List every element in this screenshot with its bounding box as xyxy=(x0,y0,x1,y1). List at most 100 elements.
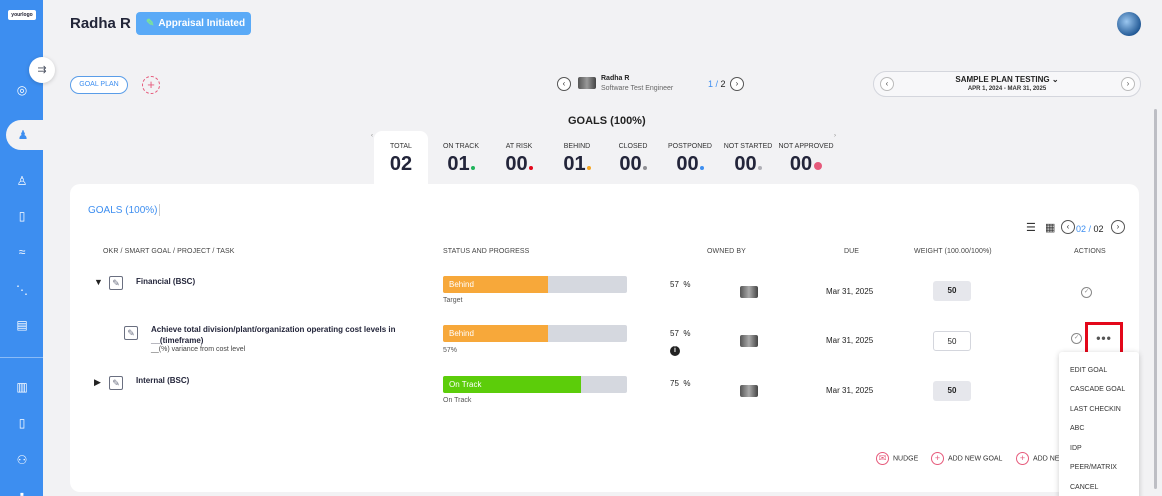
list-view-icon[interactable]: ☰ xyxy=(1026,221,1036,234)
check-icon[interactable]: ✓ xyxy=(1081,287,1092,298)
due-date: Mar 31, 2025 xyxy=(826,287,874,296)
handshake-icon[interactable]: ≈ xyxy=(14,244,30,260)
book-icon[interactable]: ▯ xyxy=(14,208,30,224)
stat-value: 02 xyxy=(389,153,413,175)
plan-dates: APR 1, 2024 - MAR 31, 2025 xyxy=(967,86,1047,92)
scroll-right-icon[interactable]: › xyxy=(834,133,836,139)
pager-total: 2 xyxy=(720,79,726,89)
due-date: Mar 31, 2025 xyxy=(826,386,874,395)
progress-percent: 57 % xyxy=(670,329,690,338)
add-goal-label: ADD NEW GOAL xyxy=(948,455,1003,463)
stat-behind[interactable]: BEHIND 01 xyxy=(552,143,602,176)
owner-avatar[interactable] xyxy=(740,286,758,298)
user-icon[interactable]: ♙ xyxy=(14,173,30,189)
owner-avatar[interactable] xyxy=(740,335,758,347)
document-icon[interactable]: ▤ xyxy=(14,317,30,333)
plan-selector[interactable]: ‹ SAMPLE PLAN TESTING ⌄ APR 1, 2024 - MA… xyxy=(873,71,1141,97)
stat-value: 00 xyxy=(619,153,642,175)
stat-value-wrap: 01 xyxy=(436,153,486,176)
progress-note: 57% xyxy=(443,347,458,354)
info-icon[interactable]: i xyxy=(670,346,680,356)
next-plan-icon[interactable]: › xyxy=(1121,77,1135,91)
employee-pager: 1 / 2 xyxy=(708,79,726,89)
status-label: On Track xyxy=(449,380,482,389)
goal-icon: ✎ xyxy=(124,326,138,340)
scrollbar[interactable] xyxy=(1154,109,1157,489)
plan-title-text: SAMPLE PLAN TESTING xyxy=(955,75,1050,84)
percent-value: 75 xyxy=(670,379,679,388)
stat-value: 01 xyxy=(447,153,470,175)
avatar[interactable] xyxy=(1117,12,1141,36)
menu-item-peer-matrix[interactable]: PEER/MATRIX xyxy=(1070,464,1117,471)
stat-label: NOT APPROVED xyxy=(778,143,834,150)
menu-item-abc[interactable]: ABC xyxy=(1070,425,1084,432)
grid-view-icon[interactable]: ▦ xyxy=(1045,221,1055,234)
employee-role: Software Test Engineer xyxy=(601,85,674,92)
status-icon: ✎ xyxy=(146,18,155,29)
progress-bar: Behind xyxy=(443,276,627,293)
stat-value: 00 xyxy=(734,153,757,175)
stat-value: 00 xyxy=(505,153,528,175)
stat-not-started[interactable]: NOT STARTED 00 xyxy=(722,143,774,176)
owner-avatar[interactable] xyxy=(740,385,758,397)
status-badge[interactable]: ✎ Appraisal Initiated xyxy=(136,12,251,35)
menu-item-idp[interactable]: IDP xyxy=(1070,445,1082,452)
stat-on-track[interactable]: ON TRACK 01 xyxy=(436,143,486,176)
menu-item-cancel[interactable]: CANCEL xyxy=(1070,484,1098,491)
stat-value-wrap: 00 xyxy=(664,153,716,176)
status-dot xyxy=(757,166,762,170)
scroll-left-icon[interactable]: ‹ xyxy=(371,133,373,139)
menu-item-edit-goal[interactable]: EDIT GOAL xyxy=(1070,367,1107,374)
add-new-other-button[interactable]: + ADD NE xyxy=(1016,452,1059,465)
stat-not-approved[interactable]: NOT APPROVED 00 xyxy=(778,143,834,176)
progress-bar: On Track xyxy=(443,376,627,393)
progress-percent: 57 % xyxy=(670,280,690,289)
stat-value: 00 xyxy=(789,153,813,175)
stat-at-risk[interactable]: AT RISK 00 xyxy=(494,143,544,176)
stat-closed[interactable]: CLOSED 00 xyxy=(608,143,658,176)
prev-page-icon[interactable]: ‹ xyxy=(1061,220,1075,234)
collapse-row-icon[interactable]: ▼ xyxy=(94,277,103,287)
progress-fill: Behind xyxy=(443,325,548,342)
target-icon[interactable]: ◎ xyxy=(14,82,30,98)
employee-name: Radha R xyxy=(601,75,630,82)
next-page-icon[interactable]: › xyxy=(1111,220,1125,234)
column-status: STATUS AND PROGRESS xyxy=(443,248,530,255)
plus-icon: + xyxy=(931,452,944,465)
sidebar-item-team[interactable]: ♟ xyxy=(6,120,50,150)
group-icon[interactable]: ⚇ xyxy=(14,452,30,468)
goal-icon: ✎ xyxy=(109,376,123,390)
goal-title[interactable]: Internal (BSC) xyxy=(136,376,189,385)
stat-value-wrap: 00 xyxy=(608,153,658,176)
chevron-down-icon[interactable]: ⌄ xyxy=(1052,75,1059,84)
percent-unit: % xyxy=(683,379,691,388)
add-other-label: ADD NE xyxy=(1033,455,1060,463)
check-icon[interactable]: ✓ xyxy=(1071,333,1082,344)
nudge-label: NUDGE xyxy=(893,455,919,463)
stat-postponed[interactable]: POSTPONED 00 xyxy=(664,143,716,176)
column-goal: OKR / SMART GOAL / PROJECT / TASK xyxy=(103,248,235,255)
nudge-button[interactable]: ✉ NUDGE xyxy=(876,452,918,465)
more-icon[interactable]: ▪ xyxy=(14,486,30,496)
report-icon[interactable]: ▥ xyxy=(14,379,30,395)
add-new-goal-button[interactable]: + ADD NEW GOAL xyxy=(931,452,1002,465)
prev-employee-icon[interactable]: ‹ xyxy=(557,77,571,91)
add-plan-icon[interactable]: + xyxy=(142,76,160,94)
library-icon[interactable]: ▯ xyxy=(14,415,30,431)
weight-input[interactable]: 50 xyxy=(933,331,971,351)
stat-total[interactable]: TOTAL 02 xyxy=(374,143,428,176)
next-employee-icon[interactable]: › xyxy=(730,77,744,91)
stat-value-wrap: 00 xyxy=(494,153,544,176)
goal-plan-button[interactable]: GOAL PLAN xyxy=(70,76,128,94)
card-title: GOALS (100%) xyxy=(88,205,158,216)
goal-title-line2[interactable]: __(timeframe) xyxy=(151,336,203,345)
hierarchy-icon[interactable]: ⋱ xyxy=(14,282,30,298)
progress-fill: Behind xyxy=(443,276,548,293)
menu-item-cascade-goal[interactable]: CASCADE GOAL xyxy=(1070,386,1125,393)
goal-title[interactable]: Financial (BSC) xyxy=(136,277,195,286)
collapse-sidebar-icon[interactable]: ⇉ xyxy=(29,57,55,83)
goal-title[interactable]: Achieve total division/plant/organizatio… xyxy=(151,325,396,334)
team-icon: ♟ xyxy=(17,128,29,142)
menu-item-last-checkin[interactable]: LAST CHECKIN xyxy=(1070,406,1121,413)
expand-row-icon[interactable]: ▶ xyxy=(94,377,101,388)
